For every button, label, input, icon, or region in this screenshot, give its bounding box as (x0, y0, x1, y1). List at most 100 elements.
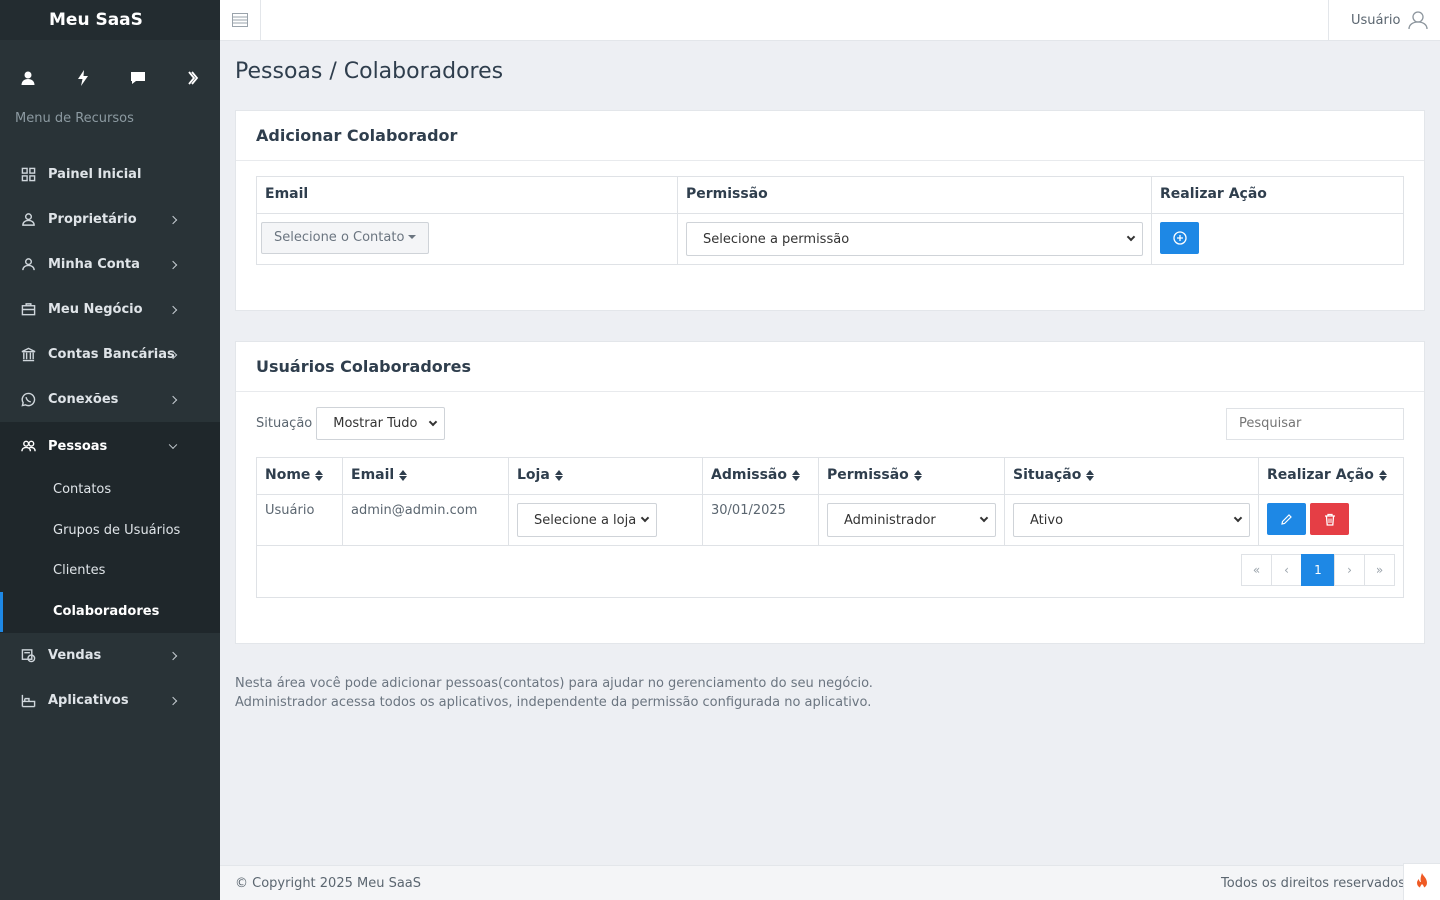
sidebar-item-minha-conta[interactable]: Minha Conta (0, 242, 220, 287)
pencil-icon (1281, 513, 1292, 525)
add-collaborator-button[interactable] (1160, 222, 1199, 254)
add-collaborator-table: Email Permissão Realizar Ação Selecione … (256, 176, 1404, 265)
user-icon (20, 257, 36, 273)
chevron-right-icon (168, 696, 178, 705)
collaborators-table: Nome Email Loja Admissão Permissão Situa… (256, 457, 1404, 598)
sidebar-subitem-contatos[interactable]: Contatos (0, 470, 220, 511)
sort-icon (1086, 469, 1095, 481)
user-menu[interactable]: Usuário (1328, 0, 1440, 40)
footer-copyright: © Copyright 2025 Meu SaaS (235, 875, 422, 891)
chevron-down-icon (640, 513, 650, 523)
chevron-right-icon[interactable] (165, 70, 220, 90)
chevron-down-icon (168, 440, 178, 450)
chevron-right-icon (168, 395, 178, 404)
cell-nome: Usuário (256, 494, 343, 546)
chat-icon[interactable] (110, 70, 165, 90)
info-text: Nesta área você pode adicionar pessoas(c… (235, 674, 1425, 712)
grid-icon (20, 167, 36, 183)
whatsapp-icon (20, 392, 36, 408)
sidebar-item-proprietario[interactable]: Proprietário (0, 197, 220, 242)
sidebar-item-meu-negocio[interactable]: Meu Negócio (0, 287, 220, 332)
sales-icon (20, 648, 36, 664)
column-header-email[interactable]: Email (342, 457, 509, 495)
pagination-next[interactable]: › (1334, 554, 1365, 586)
pagination-first[interactable]: « (1241, 554, 1272, 586)
sidebar-item-label: Contas Bancárias (48, 347, 175, 362)
sort-icon (399, 469, 408, 481)
sidebar-item-label: Painel Inicial (48, 167, 142, 182)
pagination-last[interactable]: » (1364, 554, 1395, 586)
add-collaborator-card: Adicionar Colaborador Email Permissão Re… (235, 110, 1425, 311)
sidebar-subitem-grupos-de-usuarios[interactable]: Grupos de Usuários (0, 511, 220, 552)
column-header-admissao[interactable]: Admissão (702, 457, 819, 495)
chevron-right-icon (168, 260, 178, 269)
footer-rights: Todos os direitos reservados (1221, 875, 1405, 891)
info-line: Administrador acessa todos os aplicativo… (235, 695, 872, 710)
sort-icon (315, 469, 324, 481)
chevron-down-icon (979, 513, 989, 523)
sort-icon (913, 469, 922, 481)
card-title: Adicionar Colaborador (236, 111, 1424, 161)
chevron-right-icon (168, 305, 178, 314)
column-header-acao[interactable]: Realizar Ação (1258, 457, 1404, 495)
column-header-situacao[interactable]: Situação (1004, 457, 1259, 495)
table-row: Usuário admin@admin.com Selecione a loja… (256, 494, 1404, 546)
trash-icon (1324, 513, 1335, 526)
sidebar-item-aplicativos[interactable]: Aplicativos (0, 678, 220, 723)
sidebar-item-label: Conexões (48, 392, 119, 407)
chevron-down-icon (1233, 513, 1243, 523)
sidebar-item-contas-bancarias[interactable]: Contas Bancárias (0, 332, 220, 377)
status-filter-select[interactable]: Mostrar Tudo (316, 407, 446, 440)
menu-header: Menu de Recursos (15, 111, 134, 126)
sidebar-item-vendas[interactable]: Vendas (0, 633, 220, 678)
card-title: Usuários Colaboradores (236, 342, 1424, 392)
bolt-icon[interactable] (55, 70, 110, 90)
sidebar: Meu SaaS Menu de Recursos Painel Inicial… (0, 0, 220, 900)
search-input[interactable] (1226, 407, 1404, 440)
apps-icon (20, 693, 36, 709)
fire-icon[interactable] (1403, 863, 1440, 900)
row-status-select[interactable]: Ativo (1013, 503, 1250, 537)
edit-button[interactable] (1267, 503, 1306, 535)
column-header-email: Email (256, 176, 678, 214)
chevron-down-icon (428, 417, 438, 426)
store-select[interactable]: Selecione a loja (517, 503, 657, 537)
sidebar-subitem-clientes[interactable]: Clientes (0, 551, 220, 592)
chevron-right-icon (168, 651, 178, 660)
column-header-acao: Realizar Ação (1151, 176, 1404, 214)
collaborators-card: Usuários Colaboradores Situação Mostrar … (235, 341, 1425, 644)
column-header-nome[interactable]: Nome (256, 457, 343, 495)
main-content: Pessoas / Colaboradores Adicionar Colabo… (220, 41, 1440, 865)
sidebar-subitem-colaboradores[interactable]: Colaboradores (0, 591, 220, 633)
column-header-permissao: Permissão (677, 176, 1152, 214)
menu-icon (232, 13, 248, 27)
sidebar-item-label: Pessoas (48, 438, 108, 454)
footer: © Copyright 2025 Meu SaaS Todos os direi… (220, 865, 1440, 900)
row-permission-select[interactable]: Administrador (827, 503, 996, 537)
sidebar-toggle-button[interactable] (220, 0, 261, 40)
topbar: Usuário (220, 0, 1440, 41)
sidebar-item-painel-inicial[interactable]: Painel Inicial (0, 152, 220, 197)
delete-button[interactable] (1310, 503, 1350, 535)
chevron-down-icon (1126, 232, 1136, 242)
sort-icon (554, 469, 563, 481)
user-icon[interactable] (0, 70, 55, 90)
user-avatar-icon (1408, 11, 1429, 30)
brand-logo[interactable]: Meu SaaS (0, 0, 220, 40)
page-title: Pessoas / Colaboradores (235, 59, 504, 84)
permission-select[interactable]: Selecione a permissão (686, 222, 1143, 256)
cell-admissao: 30/01/2025 (702, 494, 819, 546)
briefcase-icon (20, 302, 36, 318)
pagination-current-page[interactable]: 1 (1301, 554, 1335, 586)
column-header-permissao[interactable]: Permissão (818, 457, 1005, 495)
caret-down-icon (408, 235, 417, 239)
column-header-loja[interactable]: Loja (508, 457, 703, 495)
people-icon (20, 438, 36, 454)
sort-icon (791, 469, 800, 481)
contact-dropdown[interactable]: Selecione o Contato (261, 222, 430, 254)
pagination-prev[interactable]: ‹ (1271, 554, 1302, 586)
sidebar-item-label: Vendas (48, 648, 102, 663)
sidebar-item-pessoas[interactable]: Pessoas (0, 422, 220, 470)
filter-row: Situação Mostrar Tudo (256, 407, 1404, 440)
sidebar-item-conexoes[interactable]: Conexões (0, 377, 220, 422)
